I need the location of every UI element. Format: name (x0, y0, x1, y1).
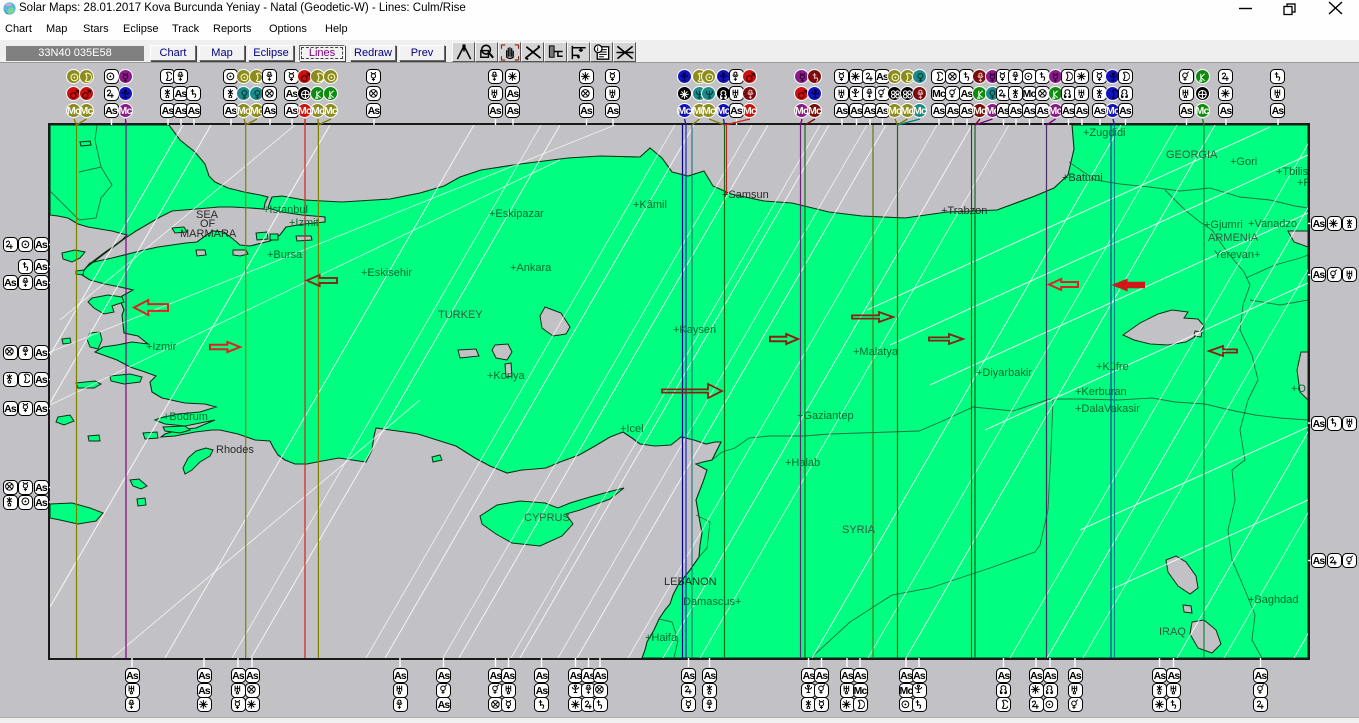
svg-text:+Küfre: +Küfre (1096, 361, 1129, 373)
svg-text:+Bursa: +Bursa (267, 249, 303, 261)
svg-text:GEORGIA: GEORGIA (1166, 149, 1218, 161)
svg-text:+Baghdad: +Baghdad (1248, 594, 1298, 606)
svg-text:+Haifa: +Haifa (645, 632, 678, 644)
svg-text:+Eskipazar: +Eskipazar (489, 208, 544, 220)
svg-text:+Gori: +Gori (1230, 156, 1257, 168)
svg-text:+R: +R (1297, 177, 1311, 189)
svg-text:+Ankara: +Ankara (510, 262, 552, 274)
svg-text:CYPRUS: CYPRUS (524, 512, 570, 524)
svg-text:+Icel: +Icel (620, 423, 644, 435)
svg-text:TURKEY: TURKEY (438, 309, 483, 321)
svg-text:IRAQ: IRAQ (1159, 626, 1186, 638)
svg-text:+Gjumri: +Gjumri (1204, 219, 1243, 231)
svg-text:+Istanbul: +Istanbul (263, 204, 308, 216)
svg-text:+Gaziantep: +Gaziantep (797, 410, 854, 422)
svg-text:+Izmit: +Izmit (289, 217, 319, 229)
svg-text:+Izmir: +Izmir (146, 341, 177, 353)
svg-text:Rhodes: Rhodes (216, 444, 254, 456)
svg-text:+Kâmil: +Kâmil (633, 199, 667, 211)
svg-text:+Malatya: +Malatya (853, 346, 899, 358)
svg-text:+Halab: +Halab (785, 457, 820, 469)
svg-text:Yerevan+: Yerevan+ (1214, 249, 1260, 261)
svg-text:+Konya: +Konya (487, 370, 525, 382)
svg-text:+Vanadzo: +Vanadzo (1248, 218, 1297, 230)
svg-text:+Eskisehir: +Eskisehir (361, 267, 412, 279)
svg-text:LEBANON: LEBANON (664, 576, 717, 588)
svg-text:+DalaVakasir: +DalaVakasir (1075, 403, 1140, 415)
svg-text:+Trabzon: +Trabzon (941, 205, 987, 217)
svg-text:+O: +O (1291, 383, 1306, 395)
svg-text:+Kayseri: +Kayseri (673, 324, 716, 336)
svg-text:+Batumi: +Batumi (1062, 172, 1103, 184)
svg-text:+Zugdidi: +Zugdidi (1083, 127, 1126, 139)
svg-text:MARMARA: MARMARA (180, 228, 237, 240)
svg-text:+Samsun: +Samsun (722, 189, 769, 201)
svg-text:Damascus+: Damascus+ (683, 596, 741, 608)
svg-text:ARMENIA: ARMENIA (1208, 232, 1259, 244)
svg-text:+Diyarbakir: +Diyarbakir (976, 367, 1032, 379)
svg-text:+Kerburan: +Kerburan (1075, 386, 1127, 398)
svg-text:SYRIA: SYRIA (842, 524, 876, 536)
svg-text:+Bodrum: +Bodrum (163, 411, 208, 423)
